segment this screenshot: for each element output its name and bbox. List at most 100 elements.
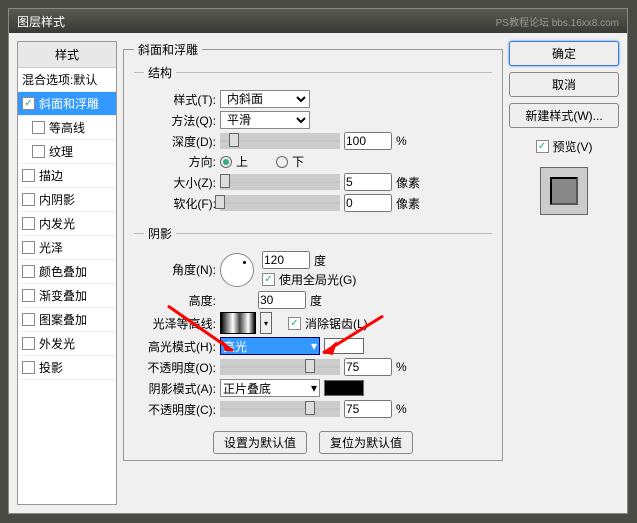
style-item-8[interactable]: 颜色叠加 (18, 260, 116, 284)
reset-default-button[interactable]: 复位为默认值 (319, 431, 413, 454)
hopacity-input[interactable] (344, 358, 392, 376)
technique-label: 方法(Q): (144, 112, 216, 129)
titlebar: 图层样式 PS教程论坛 bbs.16xx8.com (9, 9, 627, 33)
new-style-button[interactable]: 新建样式(W)... (509, 103, 619, 128)
style-item-9[interactable]: 渐变叠加 (18, 284, 116, 308)
style-label-3: 纹理 (49, 143, 73, 160)
main-panel: 斜面和浮雕 结构 样式(T): 内斜面 方法(Q): 平滑 深度(D): (123, 41, 503, 505)
style-item-4[interactable]: 描边 (18, 164, 116, 188)
style-label-4: 描边 (39, 167, 63, 184)
antialias-checkbox[interactable] (288, 317, 301, 330)
bevel-legend: 斜面和浮雕 (134, 41, 202, 58)
altitude-input[interactable] (258, 291, 306, 309)
style-checkbox-6[interactable] (22, 217, 35, 230)
dir-down-radio[interactable] (276, 156, 288, 168)
soften-slider[interactable] (220, 195, 340, 211)
style-label-6: 内发光 (39, 215, 75, 232)
style-label-10: 图案叠加 (39, 311, 87, 328)
dir-up-label: 上 (236, 153, 248, 170)
style-checkbox-8[interactable] (22, 265, 35, 278)
technique-select[interactable]: 平滑 (220, 111, 310, 129)
depth-label: 深度(D): (144, 133, 216, 150)
angle-dial[interactable] (220, 253, 254, 287)
style-item-2[interactable]: 等高线 (18, 116, 116, 140)
gloss-contour-swatch[interactable] (220, 312, 256, 334)
gloss-label: 光泽等高线: (144, 315, 216, 332)
style-item-1[interactable]: 斜面和浮雕 (18, 92, 116, 116)
style-label-2: 等高线 (49, 119, 85, 136)
global-light-checkbox[interactable] (262, 273, 275, 286)
style-item-10[interactable]: 图案叠加 (18, 308, 116, 332)
angle-unit: 度 (314, 252, 326, 269)
shadow-mode-select[interactable]: 正片叠底▾ (220, 379, 320, 397)
style-item-5[interactable]: 内阴影 (18, 188, 116, 212)
highlight-mode-select[interactable]: 亮光▾ (220, 337, 320, 355)
size-unit: 像素 (396, 174, 420, 191)
dir-up-radio[interactable] (220, 156, 232, 168)
sopacity-unit: % (396, 402, 407, 416)
global-light-label: 使用全局光(G) (279, 271, 356, 288)
style-checkbox-5[interactable] (22, 193, 35, 206)
angle-input[interactable] (262, 251, 310, 269)
make-default-button[interactable]: 设置为默认值 (213, 431, 307, 454)
style-item-6[interactable]: 内发光 (18, 212, 116, 236)
style-checkbox-1[interactable] (22, 97, 35, 110)
structure-legend: 结构 (144, 64, 176, 81)
style-item-11[interactable]: 外发光 (18, 332, 116, 356)
preview-swatch (540, 167, 588, 215)
direction-label: 方向: (144, 153, 216, 170)
highlight-color-swatch[interactable] (324, 338, 364, 354)
smode-label: 阴影模式(A): (144, 380, 216, 397)
style-item-3[interactable]: 纹理 (18, 140, 116, 164)
gloss-contour-dropdown[interactable]: ▾ (260, 312, 272, 334)
right-panel: 确定 取消 新建样式(W)... 预览(V) (509, 41, 619, 505)
antialias-label: 消除锯齿(L) (305, 315, 368, 332)
hopacity-slider[interactable] (220, 359, 340, 375)
size-label: 大小(Z): (144, 174, 216, 191)
style-label: 样式(T): (144, 91, 216, 108)
size-input[interactable] (344, 173, 392, 191)
style-checkbox-2[interactable] (32, 121, 45, 134)
style-checkbox-9[interactable] (22, 289, 35, 302)
style-checkbox-7[interactable] (22, 241, 35, 254)
soften-unit: 像素 (396, 195, 420, 212)
style-checkbox-10[interactable] (22, 313, 35, 326)
preview-label: 预览(V) (553, 138, 593, 155)
depth-slider[interactable] (220, 133, 340, 149)
shading-legend: 阴影 (144, 225, 176, 242)
size-slider[interactable] (220, 174, 340, 190)
cancel-button[interactable]: 取消 (509, 72, 619, 97)
sopacity-label: 不透明度(C): (144, 401, 216, 418)
style-checkbox-11[interactable] (22, 337, 35, 350)
preview-checkbox[interactable] (536, 140, 549, 153)
style-label-12: 投影 (39, 359, 63, 376)
hmode-label: 高光模式(H): (144, 338, 216, 355)
watermark: PS教程论坛 bbs.16xx8.com (496, 14, 619, 29)
style-checkbox-12[interactable] (22, 361, 35, 374)
angle-label: 角度(N): (144, 261, 216, 278)
hopacity-unit: % (396, 360, 407, 374)
shadow-color-swatch[interactable] (324, 380, 364, 396)
dir-down-label: 下 (292, 153, 304, 170)
hopacity-label: 不透明度(O): (144, 359, 216, 376)
style-checkbox-3[interactable] (32, 145, 45, 158)
style-label-7: 光泽 (39, 239, 63, 256)
style-item-12[interactable]: 投影 (18, 356, 116, 380)
soften-input[interactable] (344, 194, 392, 212)
style-select[interactable]: 内斜面 (220, 90, 310, 108)
style-checkbox-4[interactable] (22, 169, 35, 182)
ok-button[interactable]: 确定 (509, 41, 619, 66)
style-label-9: 渐变叠加 (39, 287, 87, 304)
depth-input[interactable] (344, 132, 392, 150)
style-item-7[interactable]: 光泽 (18, 236, 116, 260)
styles-list: 样式 混合选项:默认斜面和浮雕等高线纹理描边内阴影内发光光泽颜色叠加渐变叠加图案… (17, 41, 117, 505)
shading-group: 阴影 角度(N): 度 使用全局光(G) (134, 225, 492, 427)
sopacity-slider[interactable] (220, 401, 340, 417)
style-item-0[interactable]: 混合选项:默认 (18, 68, 116, 92)
style-label-5: 内阴影 (39, 191, 75, 208)
sopacity-input[interactable] (344, 400, 392, 418)
soften-label: 软化(F): (144, 195, 216, 212)
layer-style-dialog: 图层样式 PS教程论坛 bbs.16xx8.com 样式 混合选项:默认斜面和浮… (8, 8, 628, 514)
dialog-title: 图层样式 (17, 13, 65, 30)
styles-header: 样式 (18, 42, 116, 68)
